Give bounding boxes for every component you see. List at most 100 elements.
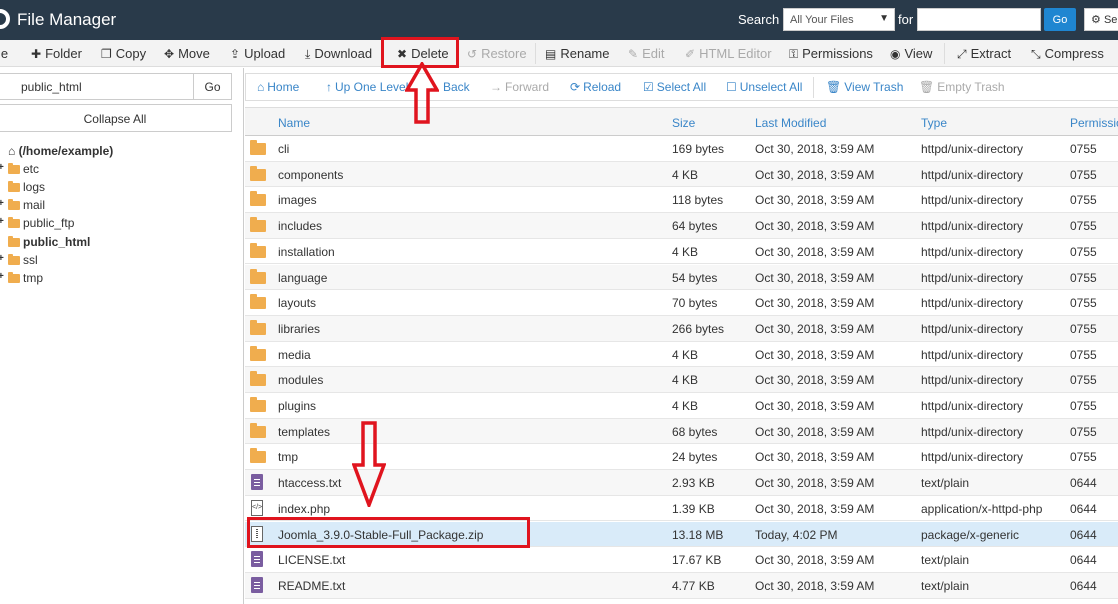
folder-icon	[250, 268, 266, 284]
expand-icon[interactable]: +	[0, 198, 4, 209]
unselect-all-button[interactable]: ☐ Unselect All	[726, 80, 802, 94]
plus-icon: ✚	[31, 47, 42, 61]
copy-button[interactable]: ❐ Copy	[101, 46, 146, 61]
cell-type: httpd/unix-directory	[921, 142, 1024, 156]
cell-size: 4 KB	[672, 399, 699, 413]
table-row[interactable]: media 4 KB Oct 30, 2018, 3:59 AM httpd/unix…	[245, 342, 1118, 368]
panel-divider[interactable]	[243, 68, 244, 604]
table-row[interactable]: cli 169 bytes Oct 30, 2018, 3:59 AM httpd/u…	[245, 136, 1118, 162]
search-scope-select[interactable]: All Your Files ▼	[783, 8, 895, 31]
column-header-type[interactable]: Type	[921, 116, 947, 130]
table-row[interactable]: README.txt 4.77 KB Oct 30, 2018, 3:59 AM te…	[245, 572, 1118, 599]
html-editor-button[interactable]: ✐ HTML Editor	[685, 46, 772, 61]
compress-icon: ⤡	[1031, 47, 1041, 61]
view-button[interactable]: ◉ View	[890, 46, 932, 61]
tree-item-logs[interactable]: logs	[8, 180, 45, 194]
for-label: for	[898, 12, 914, 27]
table-row[interactable]: images 118 bytes Oct 30, 2018, 3:59 AM http…	[245, 187, 1118, 214]
table-row[interactable]: layouts 70 bytes Oct 30, 2018, 3:59 AM http…	[245, 290, 1118, 316]
cell-name: tmp	[278, 450, 299, 465]
folder-icon	[250, 345, 266, 361]
collapse-all-button[interactable]: Collapse All	[0, 104, 232, 132]
table-row[interactable]: plugins 4 KB Oct 30, 2018, 3:59 AM httpd/un…	[245, 393, 1118, 419]
table-row[interactable]: includes 64 bytes Oct 30, 2018, 3:59 AM htt…	[245, 213, 1118, 239]
column-header-size[interactable]: Size	[672, 116, 695, 130]
tree-item-public-html[interactable]: public_html	[8, 235, 90, 249]
edit-label: Edit	[642, 46, 665, 61]
highlight-box	[247, 517, 530, 548]
column-header-name[interactable]: Name	[278, 116, 310, 130]
cell-perms: 0755	[1070, 450, 1097, 465]
tree-root[interactable]: ⌂ (/home/example)	[8, 144, 113, 158]
table-row[interactable]: language 54 bytes Oct 30, 2018, 3:59 AM htt…	[245, 264, 1118, 291]
search-input[interactable]	[917, 8, 1041, 31]
eye-icon: ◉	[890, 47, 901, 61]
move-button[interactable]: ✥ Move	[164, 46, 210, 61]
cell-type: httpd/unix-directory	[921, 244, 1024, 259]
empty-trash-button[interactable]: 🗑 Empty Trash	[919, 80, 1005, 94]
cell-size: 4 KB	[672, 167, 699, 182]
tree-item-public-ftp[interactable]: public_ftp	[8, 216, 74, 230]
cell-name: cli	[278, 142, 290, 156]
up-one-level-button[interactable]: ↑ Up One Level	[326, 80, 408, 94]
view-trash-button[interactable]: 🗑 View Trash	[826, 80, 903, 94]
cell-perms: 0644	[1070, 553, 1097, 568]
rename-button[interactable]: ▤ Rename	[545, 46, 609, 61]
expand-icon[interactable]: +	[0, 253, 4, 264]
tree-item-etc[interactable]: etc	[8, 162, 39, 176]
table-row[interactable]: libraries 266 bytes Oct 30, 2018, 3:59 AM h…	[245, 315, 1118, 342]
permissions-button[interactable]: ⚿ Permissions	[789, 46, 873, 62]
compress-button[interactable]: ⤡ Compress	[1031, 46, 1104, 62]
cell-perms: 0755	[1070, 270, 1097, 285]
cell-size: 266 bytes	[672, 321, 725, 336]
tree-item-tmp[interactable]: tmp	[8, 271, 43, 285]
path-input[interactable]: public_html	[0, 73, 194, 100]
reload-button[interactable]: ⟳ Reload	[570, 80, 621, 94]
cell-type: text/plain	[921, 578, 970, 593]
folder-button[interactable]: ✚ Folder	[31, 46, 82, 61]
checkbox-checked-icon: ☑	[643, 80, 654, 94]
cell-type: httpd/unix-directory	[921, 167, 1024, 182]
cell-name: LICENSE.txt	[278, 553, 346, 568]
cell-type: httpd/unix-directory	[921, 270, 1024, 285]
expand-icon[interactable]: +	[0, 216, 4, 227]
cell-type: httpd/unix-directory	[921, 321, 1024, 336]
cell-name: includes	[278, 219, 323, 234]
cell-type: httpd/unix-directory	[921, 193, 1024, 208]
table-row[interactable]: installation 4 KB Oct 30, 2018, 3:59 AM htt…	[245, 239, 1118, 265]
download-button[interactable]: ⤓ Download	[305, 46, 372, 62]
table-row[interactable]: modules 4 KB Oct 30, 2018, 3:59 AM httpd/un…	[245, 367, 1118, 393]
column-header-permissions[interactable]: Permissio	[1070, 116, 1118, 130]
folder-icon	[250, 217, 266, 233]
cell-name: language	[278, 270, 328, 285]
cell-modified: Oct 30, 2018, 3:59 AM	[755, 501, 875, 516]
cell-modified: Oct 30, 2018, 3:59 AM	[755, 553, 875, 568]
home-button[interactable]: ⌂ Home	[257, 80, 299, 94]
settings-button[interactable]: ⚙ Se	[1084, 8, 1118, 31]
folder-icon	[8, 236, 20, 247]
table-row[interactable]: LICENSE.txt 17.67 KB Oct 30, 2018, 3:59 AM…	[245, 547, 1118, 573]
select-all-button[interactable]: ☑ Select All	[643, 80, 706, 94]
home-icon: ⌂	[257, 80, 265, 94]
restore-button[interactable]: ↺ Restore	[467, 46, 527, 61]
extract-button[interactable]: ⤢ Extract	[957, 46, 1011, 62]
upload-button[interactable]: ⇪ Upload	[230, 46, 285, 61]
tree-item-mail[interactable]: mail	[8, 198, 45, 212]
table-row[interactable]: components 4 KB Oct 30, 2018, 3:59 AM httpd…	[245, 161, 1118, 188]
file-button[interactable]: le	[0, 46, 8, 61]
folder-icon	[250, 165, 266, 181]
toolbar-divider	[944, 43, 945, 64]
cell-size: 17.67 KB	[672, 553, 722, 568]
search-go-button[interactable]: Go	[1044, 8, 1076, 31]
forward-button[interactable]: → Forward	[490, 80, 549, 94]
tree-item-ssl[interactable]: ssl	[8, 253, 38, 267]
edit-button[interactable]: ✎ Edit	[628, 46, 664, 61]
folder-icon	[250, 319, 266, 335]
code-file-icon: </>	[251, 499, 263, 516]
empty-trash-label: Empty Trash	[937, 80, 1005, 94]
column-header-modified[interactable]: Last Modified	[755, 116, 826, 130]
expand-icon[interactable]: +	[0, 162, 4, 173]
expand-icon[interactable]: +	[0, 271, 4, 282]
path-go-button[interactable]: Go	[193, 73, 232, 100]
cell-modified: Today, 4:02 PM	[755, 527, 838, 542]
